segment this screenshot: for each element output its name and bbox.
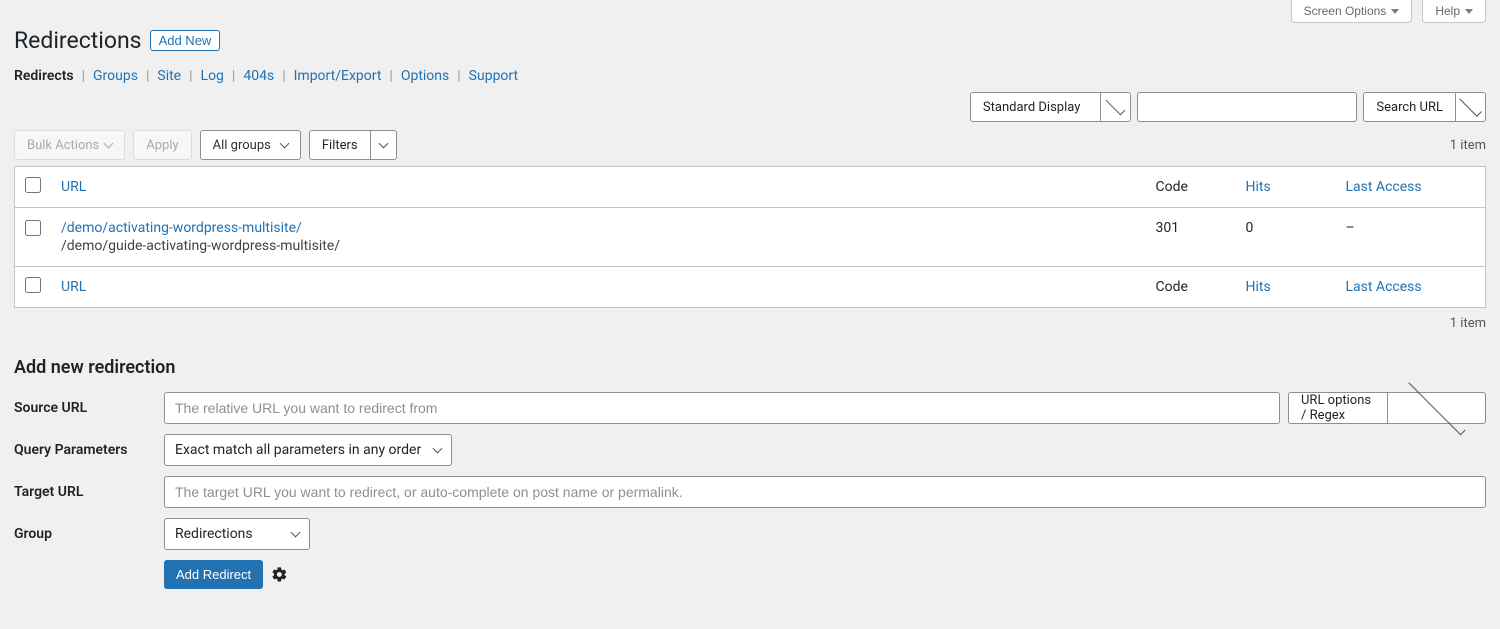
filters-dropdown[interactable] xyxy=(370,131,396,159)
screen-options-label: Screen Options xyxy=(1304,4,1387,18)
col-hits-footer[interactable]: Hits xyxy=(1246,279,1271,295)
search-box xyxy=(1137,92,1357,122)
group-label: Group xyxy=(14,526,148,542)
row-target-url: /demo/guide-activating-wordpress-multisi… xyxy=(61,238,1136,254)
caret-down-icon xyxy=(1465,9,1473,14)
subnav-404s[interactable]: 404s xyxy=(243,68,274,84)
screen-options-button[interactable]: Screen Options xyxy=(1291,0,1413,23)
source-url-input[interactable] xyxy=(164,392,1280,424)
subnav-support[interactable]: Support xyxy=(469,68,518,84)
item-count-bottom: 1 item xyxy=(14,316,1486,331)
group-filter-label: All groups xyxy=(213,138,271,153)
add-new-heading: Add new redirection xyxy=(14,357,1486,378)
redirects-table: URL Code Hits Last Access /demo/activati… xyxy=(14,166,1486,308)
row-checkbox[interactable] xyxy=(25,220,41,236)
source-url-label: Source URL xyxy=(14,400,148,416)
help-button[interactable]: Help xyxy=(1422,0,1486,23)
col-hits-header[interactable]: Hits xyxy=(1246,179,1271,195)
caret-down-icon xyxy=(1391,9,1399,14)
target-url-label: Target URL xyxy=(14,484,148,500)
col-url-header[interactable]: URL xyxy=(61,179,86,195)
col-code-header: Code xyxy=(1146,167,1236,208)
chevron-down-icon xyxy=(433,444,443,454)
gear-icon[interactable] xyxy=(271,566,288,583)
col-last-footer[interactable]: Last Access xyxy=(1346,279,1422,295)
search-type-select[interactable]: Search URL xyxy=(1363,92,1486,122)
subnav-site[interactable]: Site xyxy=(157,68,181,84)
add-redirect-button[interactable]: Add Redirect xyxy=(164,560,263,589)
row-hits: 0 xyxy=(1236,208,1336,267)
target-url-input[interactable] xyxy=(164,476,1486,508)
display-mode-dropdown[interactable] xyxy=(1100,93,1130,121)
bulk-actions-select[interactable]: Bulk Actions xyxy=(14,130,125,160)
add-new-button[interactable]: Add New xyxy=(150,30,221,51)
display-mode-label: Standard Display xyxy=(983,100,1100,115)
url-options-select[interactable]: URL options / Regex xyxy=(1288,392,1486,424)
query-params-value: Exact match all parameters in any order xyxy=(175,442,421,458)
subnav-groups[interactable]: Groups xyxy=(93,68,138,84)
item-count-top: 1 item xyxy=(1450,138,1486,153)
help-label: Help xyxy=(1435,4,1460,18)
search-type-label: Search URL xyxy=(1364,100,1455,115)
subnav-options[interactable]: Options xyxy=(401,68,449,84)
table-row: /demo/activating-wordpress-multisite/ /d… xyxy=(15,208,1486,267)
group-select[interactable]: Redirections xyxy=(164,518,310,550)
select-all-top[interactable] xyxy=(25,177,41,193)
row-code: 301 xyxy=(1146,208,1236,267)
query-params-label: Query Parameters xyxy=(14,442,148,458)
chevron-down-icon xyxy=(1106,96,1126,116)
chevron-down-icon xyxy=(291,528,301,538)
chevron-down-icon xyxy=(104,139,114,149)
filters-label: Filters xyxy=(310,131,370,159)
display-mode-select[interactable]: Standard Display xyxy=(970,92,1131,122)
row-source-url[interactable]: /demo/activating-wordpress-multisite/ xyxy=(61,220,302,236)
bulk-actions-label: Bulk Actions xyxy=(27,138,99,153)
query-params-select[interactable]: Exact match all parameters in any order xyxy=(164,434,452,466)
chevron-down-icon xyxy=(1408,378,1465,435)
search-input[interactable] xyxy=(1138,93,1356,121)
group-value: Redirections xyxy=(175,526,253,542)
apply-button[interactable]: Apply xyxy=(133,130,191,160)
chevron-down-icon xyxy=(378,139,388,149)
chevron-down-icon xyxy=(1459,94,1482,117)
group-filter-select[interactable]: All groups xyxy=(200,130,301,160)
url-options-dropdown[interactable] xyxy=(1387,393,1486,423)
page-title: Redirections xyxy=(14,27,142,54)
col-url-footer[interactable]: URL xyxy=(61,279,86,295)
search-type-dropdown[interactable] xyxy=(1455,93,1485,121)
url-options-label: URL options / Regex xyxy=(1289,393,1387,423)
subnav-log[interactable]: Log xyxy=(201,68,224,84)
row-last-access: – xyxy=(1336,208,1486,267)
subnav-import-export[interactable]: Import/Export xyxy=(294,68,382,84)
col-code-footer: Code xyxy=(1146,267,1236,308)
subnav-current: Redirects xyxy=(14,68,74,84)
select-all-bottom[interactable] xyxy=(25,277,41,293)
filters-button[interactable]: Filters xyxy=(309,130,397,160)
col-last-header[interactable]: Last Access xyxy=(1346,179,1422,195)
sub-nav: Redirects | Groups | Site | Log | 404s |… xyxy=(14,68,1486,84)
chevron-down-icon xyxy=(279,139,289,149)
